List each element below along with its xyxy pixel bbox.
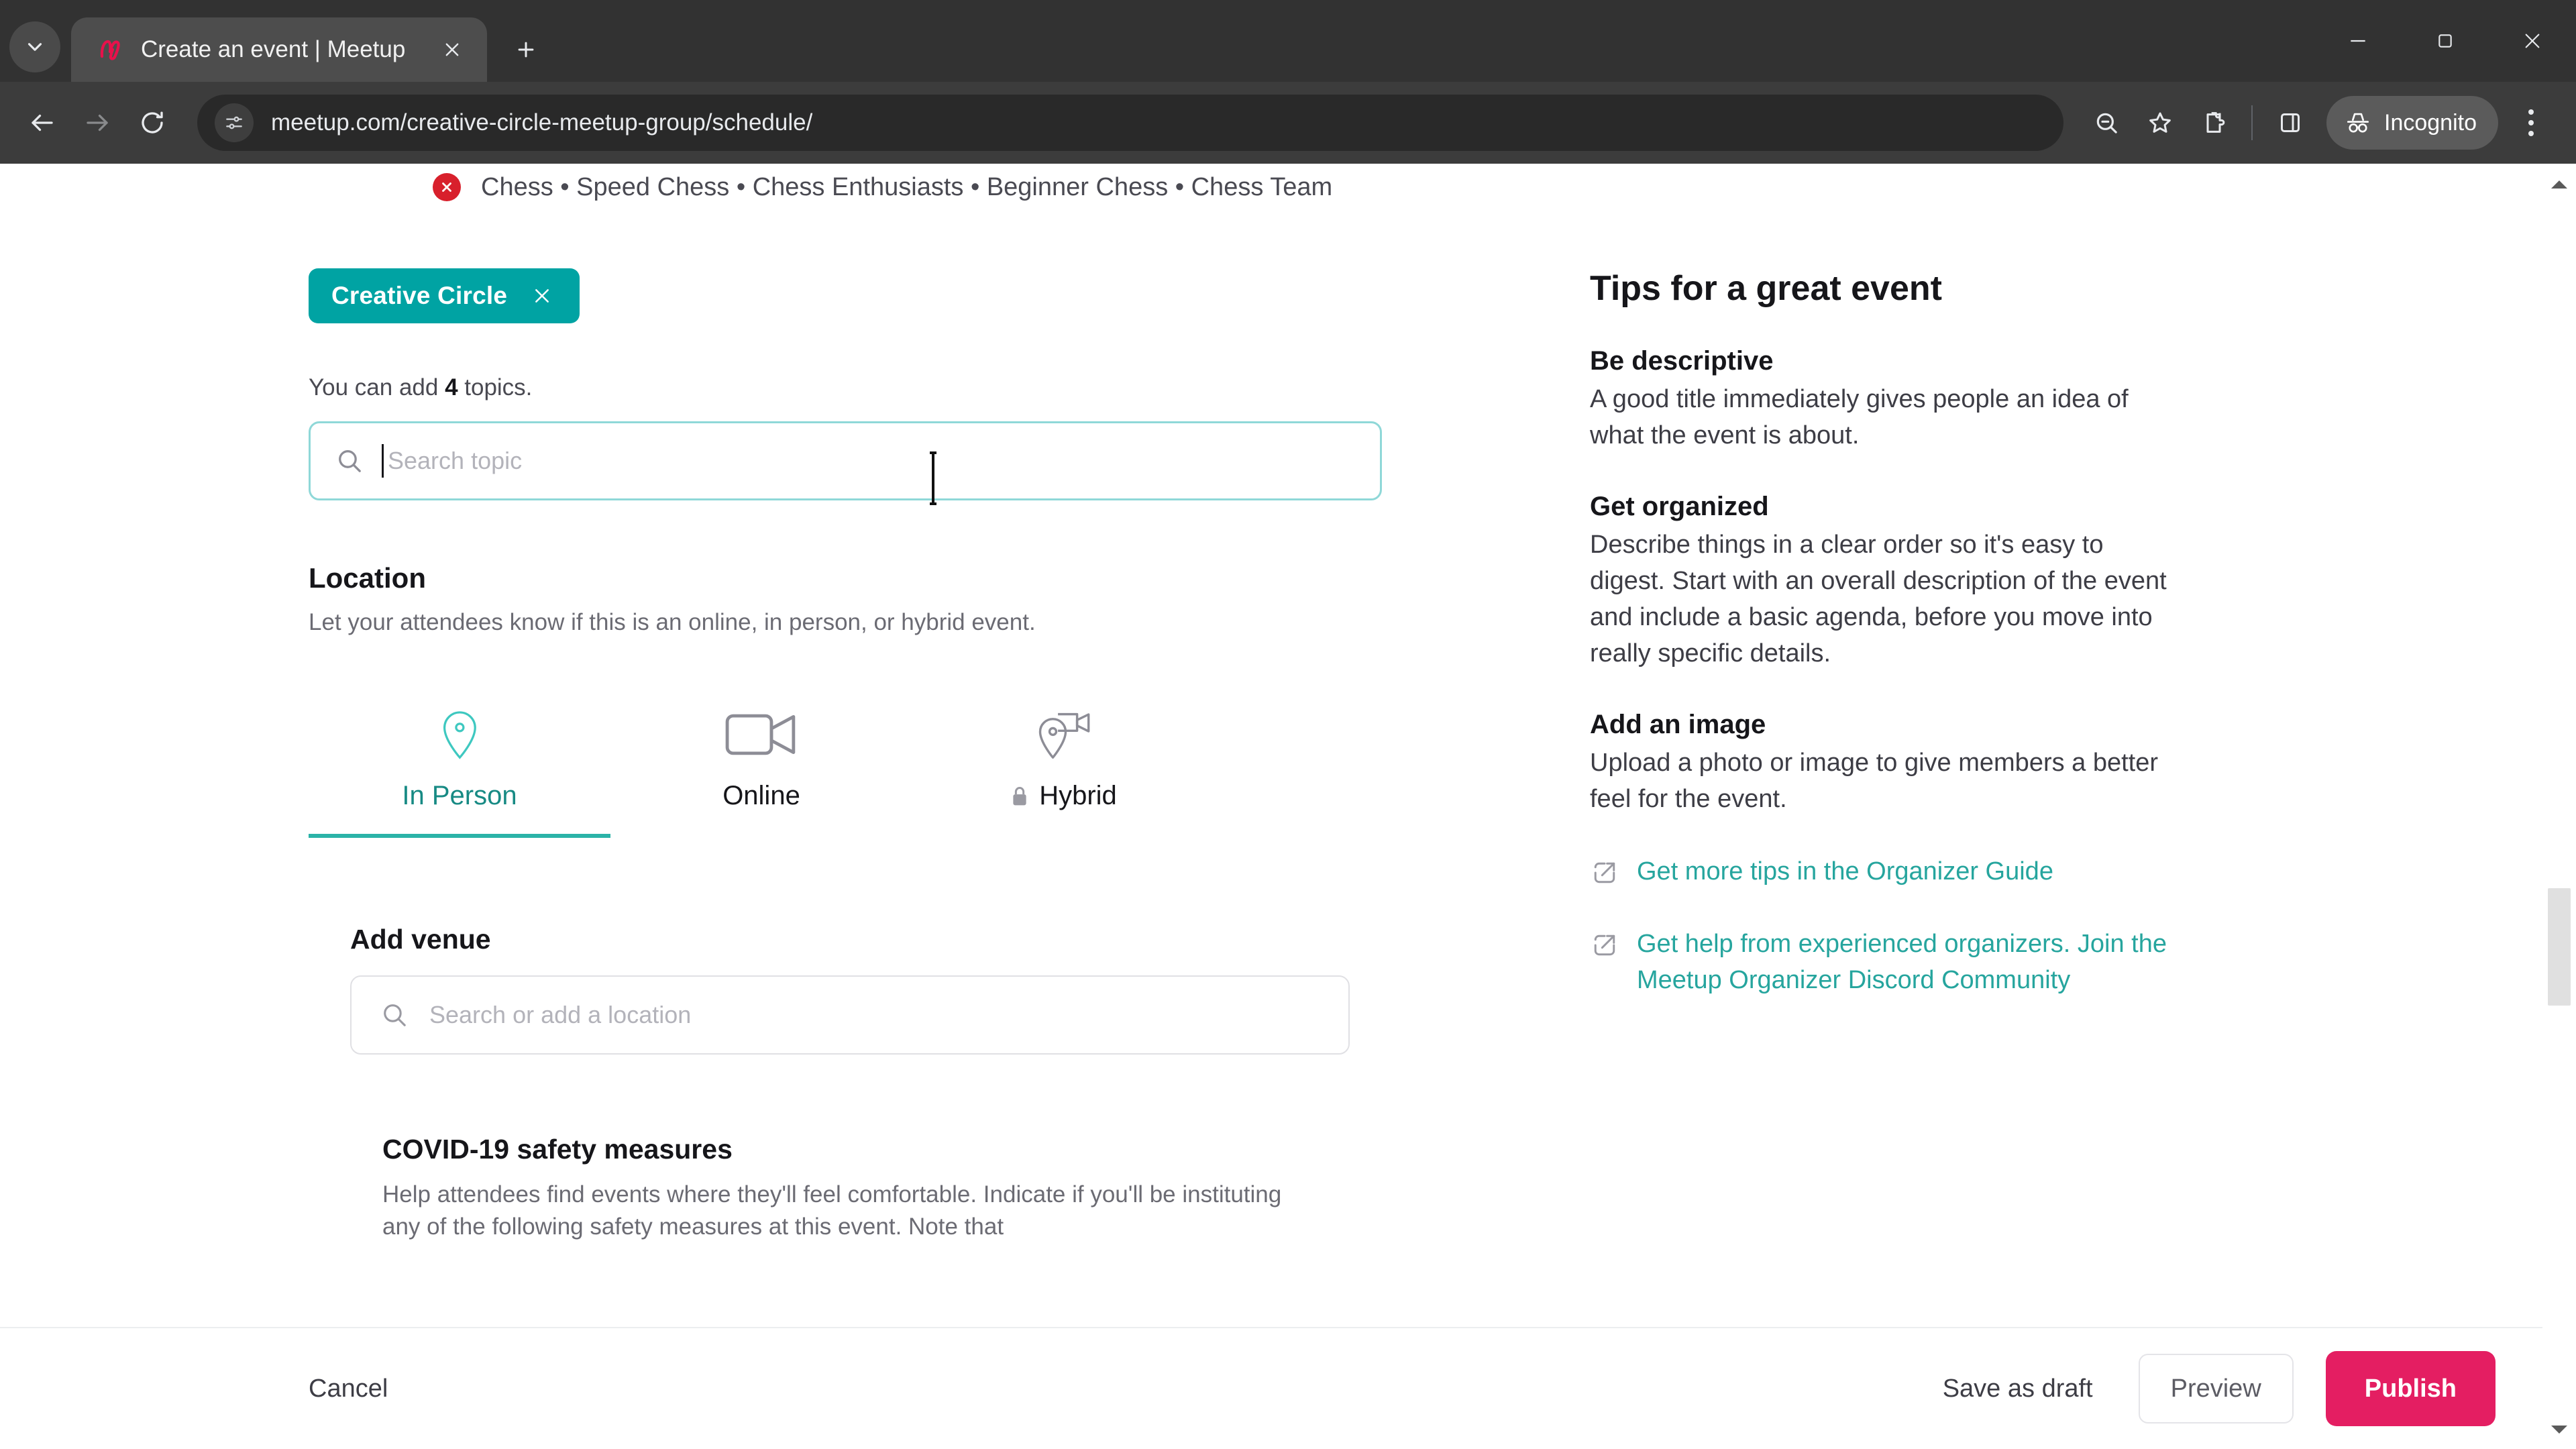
topic-chip-label: Creative Circle	[331, 282, 508, 309]
map-pin-icon	[439, 703, 480, 766]
tip-add-an-image: Add an image Upload a photo or image to …	[1590, 710, 2180, 818]
location-section-description: Let your attendees know if this is an on…	[309, 609, 1036, 635]
forward-arrow-icon[interactable]	[70, 95, 125, 150]
topic-error-banner: Chess • Speed Chess • Chess Enthusiasts …	[0, 168, 2542, 207]
three-dot-menu-icon[interactable]	[2506, 96, 2556, 150]
tip-be-descriptive: Be descriptive A good title immediately …	[1590, 346, 2180, 454]
add-venue-title: Add venue	[350, 924, 491, 955]
scroll-up-arrow-icon[interactable]	[2542, 168, 2576, 201]
tab-online-label: Online	[722, 781, 800, 810]
save-as-draft-button[interactable]: Save as draft	[1924, 1375, 2112, 1403]
topics-remaining-note: You can add 4 topics.	[309, 374, 1469, 401]
page-viewport: Chess • Speed Chess • Chess Enthusiasts …	[0, 164, 2576, 1449]
meetup-logo-icon	[97, 36, 123, 63]
tip-body: Upload a photo or image to give members …	[1590, 748, 2159, 813]
publish-button[interactable]: Publish	[2325, 1351, 2496, 1426]
lock-icon	[1013, 786, 1026, 805]
side-panel-icon[interactable]	[2263, 96, 2317, 150]
tab-online[interactable]: Online	[610, 703, 912, 838]
address-bar[interactable]: meetup.com/creative-circle-meetup-group/…	[197, 95, 2063, 151]
topics-note-count: 4	[445, 374, 458, 400]
video-camera-icon	[724, 703, 798, 766]
organizer-guide-link[interactable]: Get more tips in the Organizer Guide	[1637, 854, 2053, 890]
text-cursor-pointer	[930, 451, 936, 505]
tune-settings-icon[interactable]	[215, 103, 254, 142]
reload-icon[interactable]	[125, 95, 180, 150]
search-icon	[339, 450, 361, 472]
browser-tab[interactable]: Create an event | Meetup	[71, 17, 487, 82]
meetup-create-event-page: Chess • Speed Chess • Chess Enthusiasts …	[0, 164, 2542, 1449]
footer-actions: Save as draft Preview Publish	[1924, 1351, 2496, 1426]
incognito-label: Incognito	[2384, 109, 2477, 136]
discord-community-link-row[interactable]: Get help from experienced organizers. Jo…	[1590, 926, 2180, 999]
close-icon[interactable]	[525, 278, 559, 313]
toolbar-actions: Incognito	[2080, 96, 2556, 150]
browser-toolbar: meetup.com/creative-circle-meetup-group/…	[0, 82, 2576, 164]
tips-sidebar: Tips for a great event Be descriptive A …	[1590, 268, 2180, 1244]
cancel-button[interactable]: Cancel	[309, 1375, 388, 1403]
tip-body: Describe things in a clear order so it's…	[1590, 530, 2167, 667]
location-type-tabs: In Person Online Hybrid	[309, 703, 1214, 838]
toolbar-divider	[2251, 105, 2253, 140]
tab-in-person[interactable]: In Person	[309, 703, 610, 838]
search-topic-placeholder: Search topic	[388, 447, 523, 474]
tab-hybrid[interactable]: Hybrid	[912, 703, 1214, 838]
tab-title: Create an event | Meetup	[141, 36, 406, 62]
location-section-title: Location	[309, 562, 426, 594]
tab-hybrid-label-wrap: Hybrid	[1010, 781, 1117, 811]
text-caret	[382, 444, 384, 478]
topic-error-text: Chess • Speed Chess • Chess Enthusiasts …	[481, 172, 1333, 201]
page-scrollbar[interactable]	[2542, 164, 2576, 1449]
star-icon[interactable]	[2133, 96, 2187, 150]
topics-note-prefix: You can add	[309, 374, 445, 400]
tab-search-button[interactable]	[9, 21, 60, 72]
window-controls	[2314, 0, 2576, 82]
preview-button[interactable]: Preview	[2138, 1354, 2294, 1424]
search-icon	[384, 1004, 406, 1026]
page-footer: Cancel Save as draft Preview Publish	[0, 1327, 2542, 1449]
tab-hybrid-label: Hybrid	[1039, 781, 1117, 810]
tips-heading: Tips for a great event	[1590, 269, 1942, 308]
new-tab-button[interactable]	[502, 25, 550, 74]
pin-camera-icon	[1034, 703, 1092, 766]
scrollbar-thumb[interactable]	[2548, 888, 2571, 1006]
back-arrow-icon[interactable]	[15, 95, 70, 150]
venue-search-input[interactable]: Search or add a location	[350, 975, 1350, 1055]
scroll-down-arrow-icon[interactable]	[2542, 1413, 2576, 1446]
main-column: Creative Circle You can add 4 topics. Se…	[309, 268, 1469, 1244]
add-venue-section: Add venue Search or add a location	[309, 924, 1469, 1055]
tip-heading: Get organized	[1590, 491, 1769, 521]
extensions-puzzle-icon[interactable]	[2187, 96, 2241, 150]
tab-strip: Create an event | Meetup	[0, 0, 2576, 82]
browser-window: Create an event | Meetup meetup.com/crea…	[0, 0, 2576, 1449]
tip-body: A good title immediately gives people an…	[1590, 385, 2129, 449]
tip-heading: Be descriptive	[1590, 346, 1774, 376]
tip-get-organized: Get organized Describe things in a clear…	[1590, 492, 2180, 672]
external-link-icon	[1594, 862, 1615, 883]
maximize-icon[interactable]	[2402, 0, 2489, 82]
covid-safety-description: Help attendees find events where they'll…	[382, 1181, 1282, 1240]
error-x-icon	[433, 173, 461, 201]
tab-in-person-label: In Person	[402, 781, 517, 810]
covid-safety-title: COVID-19 safety measures	[382, 1134, 733, 1165]
window-close-icon[interactable]	[2489, 0, 2576, 82]
minimize-icon[interactable]	[2314, 0, 2402, 82]
covid-safety-section: COVID-19 safety measures Help attendees …	[309, 1134, 1469, 1244]
zoom-out-icon[interactable]	[2080, 96, 2133, 150]
content-row: Creative Circle You can add 4 topics. Se…	[0, 268, 2542, 1244]
topic-chip-creative-circle[interactable]: Creative Circle	[309, 268, 580, 323]
venue-search-placeholder: Search or add a location	[429, 1001, 692, 1028]
external-link-icon	[1594, 934, 1615, 955]
search-topic-input[interactable]: Search topic	[309, 421, 1382, 505]
discord-community-link[interactable]: Get help from experienced organizers. Jo…	[1637, 926, 2180, 999]
tip-heading: Add an image	[1590, 709, 1766, 739]
address-bar-url: meetup.com/creative-circle-meetup-group/…	[271, 109, 813, 136]
incognito-indicator[interactable]: Incognito	[2326, 96, 2498, 150]
organizer-guide-link-row[interactable]: Get more tips in the Organizer Guide	[1590, 854, 2180, 890]
tab-close-button[interactable]	[435, 32, 470, 67]
topics-note-suffix: topics.	[458, 374, 533, 400]
